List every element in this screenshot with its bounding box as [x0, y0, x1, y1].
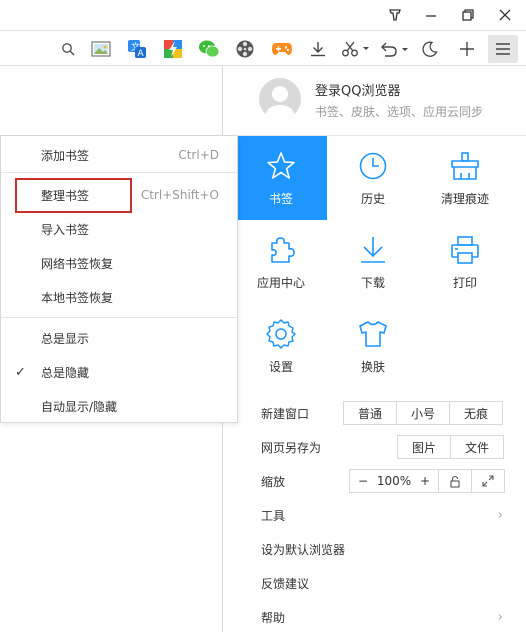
grid-label: 打印 [452, 276, 477, 290]
printer-icon [449, 234, 481, 266]
dropdown-item-local-restore[interactable]: 本地书签恢复 [1, 282, 237, 312]
chevron-right-icon: › [497, 609, 503, 625]
grid-item-download[interactable]: 下载 [327, 220, 419, 304]
new-window-incognito-button[interactable]: 无痕 [449, 401, 503, 425]
grid-label: 历史 [360, 192, 385, 206]
menu-row-set-default[interactable]: 设为默认浏览器 [261, 537, 526, 561]
highlight-box [15, 178, 132, 213]
login-title[interactable]: 登录QQ浏览器 [315, 80, 400, 99]
set-default-label: 设为默认浏览器 [261, 542, 346, 557]
title-bar [0, 0, 526, 30]
new-window-small-button[interactable]: 小号 [396, 401, 450, 425]
zoom-label: 缩放 [261, 474, 286, 489]
grid-label: 应用中心 [256, 276, 305, 290]
night-mode-icon[interactable] [420, 37, 440, 61]
zoom-control: − 100% + [349, 469, 439, 493]
undo-icon[interactable] [378, 37, 410, 61]
star-icon [266, 150, 296, 182]
menu-row-tools[interactable]: 工具 › [261, 503, 526, 527]
save-as-label: 网页另存为 [261, 440, 322, 455]
login-subtitle: 书签、皮肤、选项、应用云同步 [315, 105, 484, 119]
grid-item-history[interactable]: 历史 [327, 136, 419, 220]
grid-item-change-skin[interactable]: 换肤 [327, 304, 419, 388]
dropdown-shortcut: Ctrl+Shift+O [140, 188, 219, 202]
toolbar: 文A [0, 30, 526, 66]
lock-icon[interactable] [438, 469, 472, 493]
login-section[interactable]: 登录QQ浏览器 书签、皮肤、选项、应用云同步 [223, 66, 526, 136]
puzzle-icon [266, 234, 296, 266]
grid-label: 设置 [268, 360, 293, 374]
menu-row-feedback[interactable]: 反馈建议 [261, 571, 526, 595]
grid-item-print[interactable]: 打印 [419, 220, 511, 304]
save-as-image-button[interactable]: 图片 [397, 435, 451, 459]
svg-text:A: A [138, 49, 145, 59]
game-icon[interactable] [162, 37, 184, 61]
help-label: 帮助 [261, 610, 286, 625]
download-icon [358, 234, 388, 266]
search-icon[interactable] [58, 37, 78, 61]
add-icon[interactable] [456, 37, 478, 61]
video-icon[interactable] [234, 37, 256, 61]
scissors-icon[interactable] [340, 37, 370, 61]
zoom-out-button[interactable]: − [358, 474, 368, 488]
divider [1, 172, 237, 173]
menu-row-help[interactable]: 帮助 › [261, 605, 526, 629]
dropdown-item-label: 总是显示 [41, 331, 90, 346]
new-window-normal-button[interactable]: 普通 [343, 401, 397, 425]
checkmark-icon: ✓ [15, 364, 26, 380]
divider [1, 317, 237, 318]
minimize-icon[interactable] [412, 0, 450, 30]
zoom-value: 100% [376, 474, 412, 488]
grid-label: 下载 [360, 276, 385, 290]
tools-label: 工具 [261, 508, 286, 523]
dropdown-item-label: 总是隐藏 [41, 365, 90, 380]
gamepad-icon[interactable] [270, 37, 294, 61]
dropdown-item-network-restore[interactable]: 网络书签恢复 [1, 248, 237, 278]
skin-icon[interactable] [376, 0, 414, 30]
screenshot-image-icon[interactable] [90, 37, 112, 61]
shirt-icon [357, 318, 389, 350]
avatar[interactable] [259, 78, 301, 120]
dropdown-item-add-bookmark[interactable]: 添加书签 Ctrl+D [1, 140, 237, 170]
dropdown-item-label: 添加书签 [41, 148, 90, 163]
new-window-label: 新建窗口 [261, 406, 310, 421]
wechat-icon[interactable] [198, 37, 220, 61]
restore-icon[interactable] [449, 0, 487, 30]
dropdown-item-import-bookmarks[interactable]: 导入书签 [1, 214, 237, 244]
chevron-right-icon: › [497, 507, 503, 523]
grid-item-bookmarks[interactable]: 书签 [235, 136, 327, 220]
dropdown-item-always-show[interactable]: 总是显示 [1, 323, 237, 353]
clock-icon [358, 150, 388, 182]
fullscreen-icon[interactable] [471, 469, 505, 493]
translate-icon[interactable]: 文A [126, 37, 148, 61]
feedback-label: 反馈建议 [261, 576, 310, 591]
dropdown-item-label: 自动显示/隐藏 [41, 399, 118, 414]
dropdown-item-auto-show-hide[interactable]: 自动显示/隐藏 [1, 391, 237, 421]
grid-label: 清理痕迹 [440, 192, 489, 206]
dropdown-item-always-hide[interactable]: ✓ 总是隐藏 [1, 357, 237, 387]
gear-icon [265, 318, 297, 350]
save-as-file-button[interactable]: 文件 [450, 435, 504, 459]
dropdown-shortcut: Ctrl+D [178, 148, 219, 162]
zoom-in-button[interactable]: + [420, 474, 430, 488]
close-icon[interactable] [486, 0, 524, 30]
bookmark-dropdown-menu: 添加书签 Ctrl+D 整理书签 Ctrl+Shift+O 导入书签 网络书签恢… [0, 135, 238, 423]
grid-item-app-center[interactable]: 应用中心 [235, 220, 327, 304]
grid-label: 换肤 [360, 360, 385, 374]
download-icon[interactable] [308, 37, 328, 61]
dropdown-item-label: 本地书签恢复 [41, 290, 114, 305]
grid-label: 书签 [268, 192, 293, 206]
broom-icon [449, 150, 481, 182]
menu-icon[interactable] [488, 35, 518, 63]
dropdown-item-label: 导入书签 [41, 222, 90, 237]
dropdown-item-label: 网络书签恢复 [41, 256, 114, 271]
browser-main-menu: 登录QQ浏览器 书签、皮肤、选项、应用云同步 书签 历史 清理痕迹 应用中心 下… [222, 66, 526, 632]
grid-item-clear-traces[interactable]: 清理痕迹 [419, 136, 511, 220]
grid-item-settings[interactable]: 设置 [235, 304, 327, 388]
